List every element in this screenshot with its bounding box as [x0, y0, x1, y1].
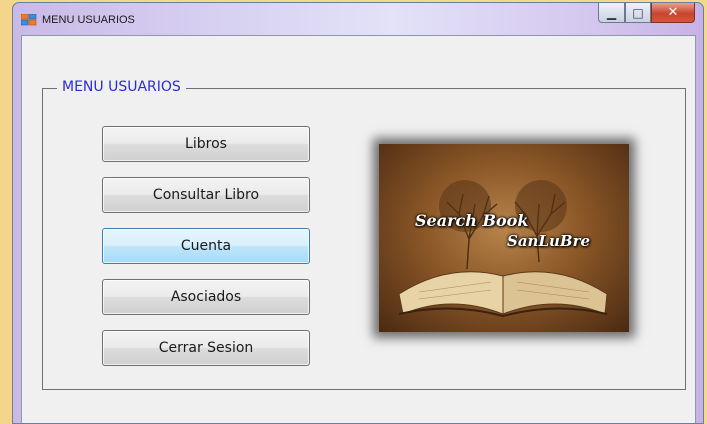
- minimize-icon: ▁: [606, 5, 617, 20]
- groupbox-legend: MENU USUARIOS: [57, 79, 186, 95]
- logo-subtitle: SanLuBre: [507, 232, 591, 250]
- cerrar-sesion-button[interactable]: Cerrar Sesion: [102, 330, 310, 366]
- logo-title: Search Book: [415, 211, 529, 230]
- maximize-button[interactable]: □: [625, 3, 651, 23]
- book-tree-icon: [398, 180, 608, 318]
- form-client-area: MENU USUARIOS Libros Consultar Libro Cue…: [21, 35, 696, 423]
- title-bar[interactable]: MENU USUARIOS ▁ □ ✕: [13, 3, 703, 37]
- form-icon: [21, 14, 37, 26]
- asociados-button[interactable]: Asociados: [102, 279, 310, 315]
- logo-image: Search Book SanLuBre: [379, 144, 629, 332]
- close-icon: ✕: [667, 5, 679, 20]
- libros-button[interactable]: Libros: [102, 126, 310, 162]
- cuenta-button[interactable]: Cuenta: [102, 228, 310, 264]
- app-window: MENU USUARIOS ▁ □ ✕ MENU USUARIOS Libros…: [12, 2, 704, 424]
- minimize-button[interactable]: ▁: [598, 3, 625, 23]
- window-title: MENU USUARIOS: [42, 14, 135, 26]
- close-button[interactable]: ✕: [651, 3, 695, 23]
- maximize-icon: □: [632, 5, 644, 20]
- consultar-libro-button[interactable]: Consultar Libro: [102, 177, 310, 213]
